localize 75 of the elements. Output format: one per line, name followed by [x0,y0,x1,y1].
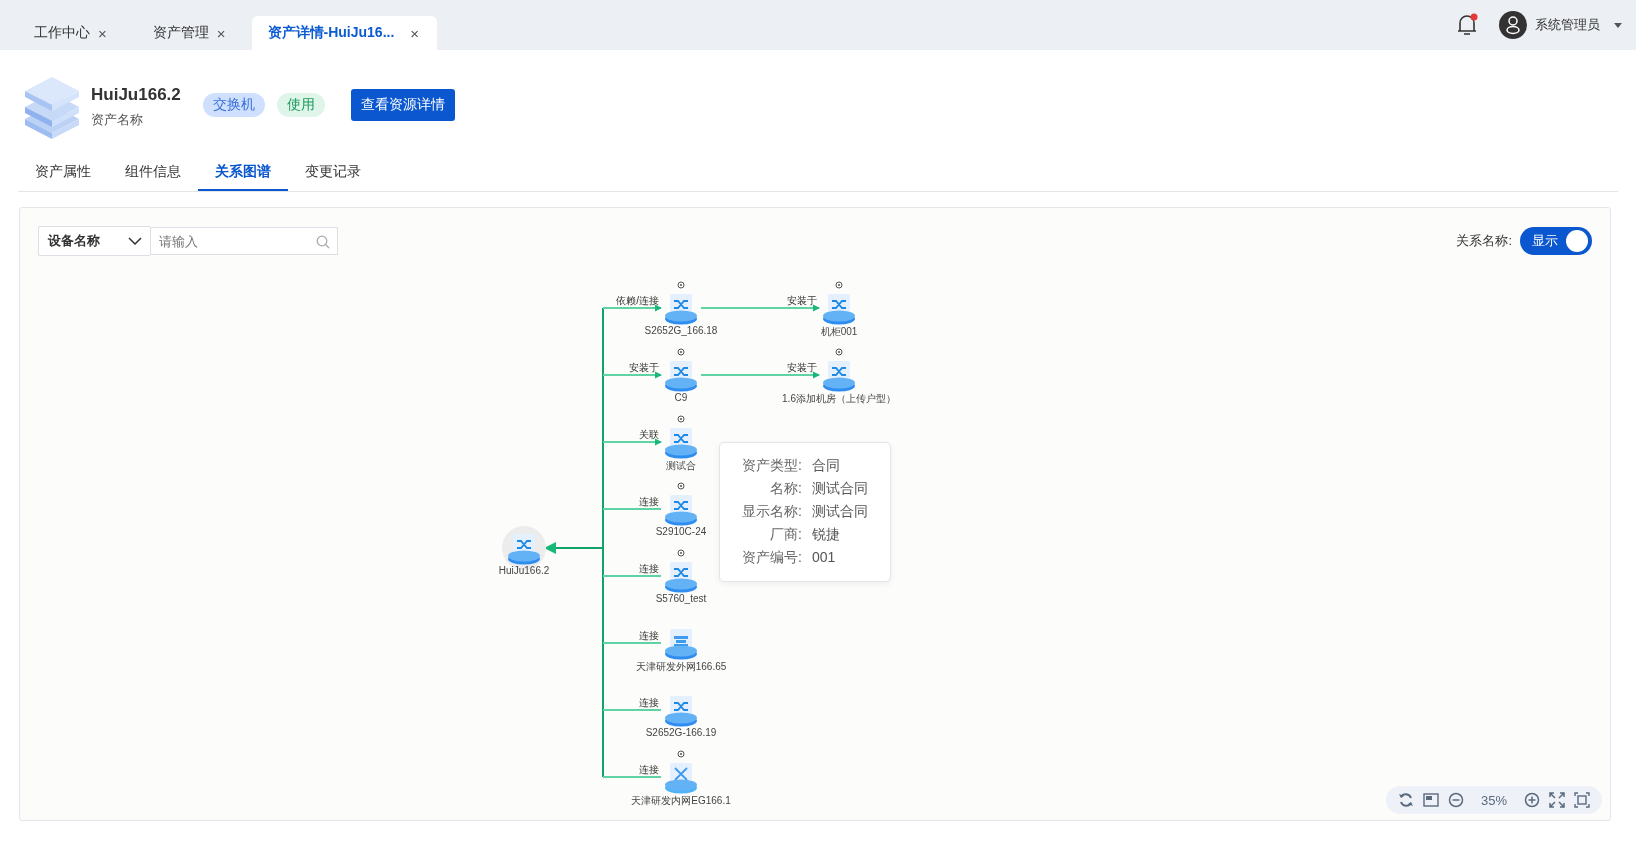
node-label: 1.6添加机房（上传户型） [782,392,896,406]
switch-icon[interactable] [664,494,698,526]
firewall-icon[interactable] [664,628,698,660]
page-tab[interactable]: 工作中心 × [14,16,127,50]
node-label: 天津研发外网166.65 [635,660,727,674]
node-label: C9 [674,392,688,403]
field-select[interactable]: 设备名称 [38,226,150,256]
page-tab[interactable]: 资产管理 × [132,16,246,50]
switch-icon[interactable] [822,293,856,325]
tooltip-label: 厂商: [769,526,802,544]
switch-icon[interactable] [664,561,698,593]
node-label: 机柜001 [820,325,858,339]
tooltip-label: 资产编号: [741,549,802,567]
toggle-label: 关系名称: [1456,232,1512,250]
zoom-out-icon[interactable] [1447,792,1464,808]
tooltip-label: 名称: [769,480,802,498]
fullscreen-icon[interactable] [1549,792,1565,808]
search-field[interactable]: 请输入 [150,227,338,255]
edge-label: 连接 [639,496,659,507]
close-icon[interactable]: × [216,24,226,42]
tooltip-label: 资产类型: [741,457,802,475]
search-icon[interactable] [316,235,330,249]
switch-icon[interactable] [664,695,698,727]
tooltip-value: 锐捷 [811,526,841,544]
tooltip-label: 显示名称: [741,503,802,521]
edge-label: 连接 [639,764,659,775]
tooltip-value: 测试合同 [811,503,869,521]
node-label: S2910C-24 [655,526,707,537]
caret-icon[interactable] [1614,22,1622,28]
detail-tab[interactable]: 变更记录 [288,156,378,191]
close-icon[interactable]: × [98,24,107,42]
node-label: 天津研发内网EG166.1 [631,794,731,808]
switch-icon[interactable] [507,533,541,565]
edge-label: 安装于 [787,295,817,306]
router-icon[interactable] [664,762,698,794]
node-label: S2652G_166.18 [644,325,718,336]
edge-label: 连接 [639,563,659,574]
zoom-level: 35% [1480,792,1507,808]
asset-subtitle: 资产名称 [91,111,144,129]
asset-title: HuiJu166.2 [91,85,181,105]
tooltip-value: 合同 [811,457,841,475]
node-label: S2652G-166.19 [645,727,717,738]
toggle-switch[interactable]: 显示 [1520,227,1592,255]
minimap-icon[interactable] [1422,793,1439,807]
user-name[interactable]: 系统管理员 [1535,16,1600,34]
view-details-button[interactable]: 查看资源详情 [350,89,455,121]
node-label: HuiJu166.2 [498,565,550,576]
edge-label: 连接 [639,630,659,641]
fit-view-icon[interactable] [1574,792,1590,808]
edge-label: 连接 [639,697,659,708]
bell-icon[interactable] [1455,12,1479,38]
switch-icon[interactable] [664,427,698,459]
refresh-icon[interactable] [1397,792,1414,808]
close-icon[interactable]: × [410,24,420,42]
node-label: S5760_test [655,593,707,604]
detail-tab[interactable]: 组件信息 [108,156,198,191]
zoom-in-icon[interactable] [1524,792,1540,808]
avatar-icon[interactable] [1499,11,1527,39]
detail-tab[interactable]: 资产属性 [18,156,108,191]
edge-label: 关联 [639,429,659,440]
chevron-down-icon [128,237,142,245]
tooltip-value: 001 [811,549,837,567]
switch-icon[interactable] [822,360,856,392]
switch-icon[interactable] [664,293,698,325]
edge-label: 安装于 [787,362,817,373]
edge-label: 依赖/连接 [616,295,659,306]
page-tab[interactable]: 资产详情-HuiJu16... × [251,16,438,50]
detail-tab[interactable]: 关系图谱 [198,156,288,191]
status-tag: 使用 [276,93,325,117]
switch-icon[interactable] [664,360,698,392]
layers-icon [23,75,81,139]
tooltip-value: 测试合同 [811,480,869,498]
edge-label: 安装于 [629,362,659,373]
status-tag: 交换机 [202,93,265,117]
node-label: 测试合 [666,459,696,473]
